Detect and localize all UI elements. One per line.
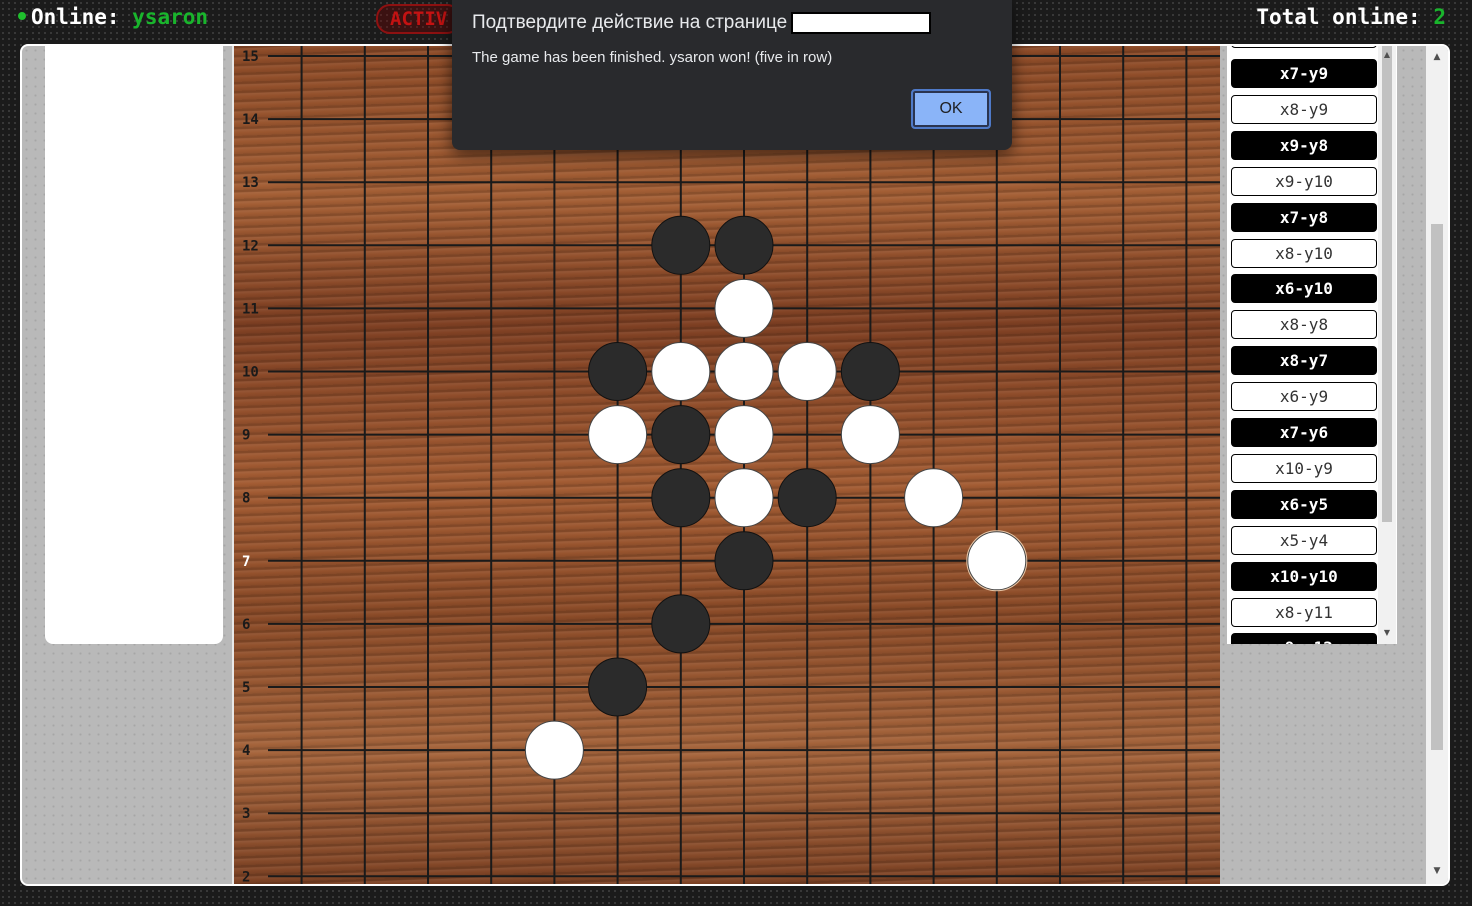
online-status: Online: ysaron (18, 5, 208, 29)
white-stone (840, 405, 900, 465)
move-item[interactable]: x9-y8 (1231, 130, 1377, 160)
black-stone (651, 215, 711, 275)
redacted-origin (791, 12, 932, 34)
ok-button[interactable]: OK (911, 89, 991, 129)
moves-list[interactable]: x…-y… x7-y9 x8-y9 x9-y8 x9-y10 x7-y8 x8-y10 x6-… (1227, 46, 1397, 644)
white-stone (714, 468, 774, 528)
move-item[interactable]: x7-y6 (1231, 418, 1377, 447)
scroll-down-icon[interactable]: ▼ (1378, 628, 1396, 637)
black-stone (714, 531, 774, 591)
black-stone (588, 657, 648, 717)
row-label: 13 (242, 175, 259, 191)
game-status-badge: ACTIV (376, 4, 462, 34)
row-label: 15 (242, 49, 259, 65)
row-label: 12 (242, 238, 259, 254)
page-scrollbar[interactable]: ▲ ▼ (1426, 46, 1448, 884)
black-stone (651, 594, 711, 654)
dialog-title: Подтвердите действие на странице (472, 12, 932, 34)
row-label: 6 (242, 617, 250, 633)
move-item[interactable]: x…-y… (1231, 46, 1377, 48)
online-label: Online: (31, 5, 120, 29)
move-item[interactable]: x8-y9 (1231, 94, 1377, 124)
scroll-up-icon[interactable]: ▲ (1378, 50, 1396, 59)
row-label: 10 (242, 365, 259, 381)
move-item[interactable]: x6-y9 (1231, 382, 1377, 412)
move-item[interactable]: x7-y8 (1231, 202, 1377, 232)
white-stone (967, 531, 1027, 591)
row-label: 3 (242, 806, 250, 822)
white-stone (904, 468, 964, 528)
game-frame: 15 14 13 12 11 10 9 8 7 6 5 4 3 2 x…-y… x7-y9 x8-y9 x9-y… (20, 44, 1450, 886)
confirm-dialog: Подтвердите действие на странице The gam… (452, 0, 1012, 150)
game-board[interactable]: 15 14 13 12 11 10 9 8 7 6 5 4 3 2 (232, 46, 1220, 886)
chat-panel (45, 46, 223, 644)
online-username: ysaron (132, 5, 209, 29)
row-label: 2 (242, 869, 250, 885)
board-grid[interactable]: 15 14 13 12 11 10 9 8 7 6 5 4 3 2 (234, 46, 1220, 886)
total-online: Total online: 2 (1256, 5, 1446, 29)
page-scroll-down-icon[interactable]: ▼ (1426, 866, 1448, 876)
black-stone (588, 342, 648, 401)
white-stone (714, 405, 774, 465)
page-scroll-up-icon[interactable]: ▲ (1426, 52, 1448, 62)
move-item[interactable]: x8-y7 (1231, 346, 1377, 376)
white-stone (714, 342, 774, 401)
row-label: 7 (242, 554, 250, 570)
move-item[interactable]: x10-y9 (1231, 453, 1377, 483)
black-stone (714, 215, 774, 275)
black-stone (651, 468, 711, 528)
white-stone (714, 278, 774, 338)
white-stone (588, 405, 648, 465)
move-item[interactable]: x8-y10 (1231, 238, 1377, 268)
row-label: 11 (242, 301, 259, 317)
move-item[interactable]: x8-y11 (1231, 597, 1377, 627)
row-label: 5 (242, 680, 250, 696)
total-online-label: Total online: (1256, 5, 1421, 29)
white-stone (651, 342, 711, 401)
black-stone (840, 342, 900, 401)
moves-scrollbar[interactable]: ▲ ▼ (1378, 46, 1396, 644)
white-stone (524, 720, 584, 780)
move-item[interactable]: x8-y8 (1231, 310, 1377, 340)
move-item[interactable]: x9-y12 (1231, 633, 1377, 644)
move-item[interactable]: x6-y5 (1231, 489, 1377, 519)
online-dot-icon (18, 12, 26, 20)
total-online-count: 2 (1433, 5, 1446, 29)
move-item[interactable]: x9-y10 (1231, 166, 1377, 196)
row-label: 4 (242, 743, 250, 759)
black-stone (651, 405, 711, 465)
row-label: 14 (242, 112, 259, 128)
move-item[interactable]: x6-y10 (1231, 274, 1377, 304)
move-item[interactable]: x5-y4 (1231, 525, 1377, 555)
page-scrollbar-thumb[interactable] (1431, 224, 1443, 750)
white-stone (777, 342, 837, 401)
dialog-message: The game has been finished. ysaron won! … (472, 49, 833, 66)
black-stone (777, 468, 837, 528)
moves-scrollbar-thumb[interactable] (1382, 46, 1392, 522)
row-label: 8 (242, 491, 250, 507)
move-item[interactable]: x10-y10 (1231, 561, 1377, 591)
row-label: 9 (242, 428, 250, 444)
move-item[interactable]: x7-y9 (1231, 59, 1377, 88)
dialog-title-text: Подтвердите действие на странице (472, 12, 788, 34)
